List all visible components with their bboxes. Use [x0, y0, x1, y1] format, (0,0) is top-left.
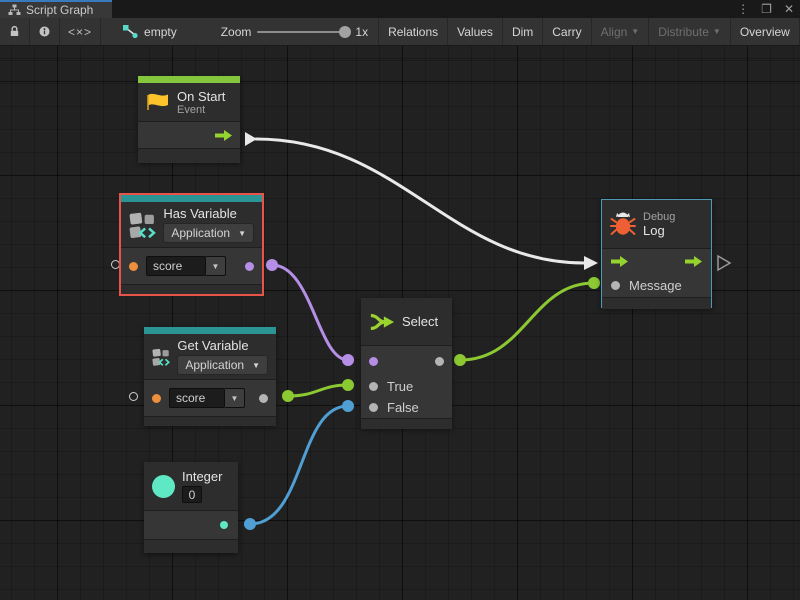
tab-script-graph[interactable]: Script Graph — [0, 0, 112, 18]
wire-endpoint — [342, 400, 354, 412]
variable-name-field[interactable]: score — [146, 256, 206, 276]
node-select[interactable]: Select True False — [361, 298, 452, 428]
lock-icon — [8, 24, 21, 39]
node-title: Integer — [182, 469, 222, 484]
port-label: False — [387, 400, 419, 415]
carry-button[interactable]: Carry — [542, 18, 590, 45]
node-title: Log — [643, 223, 675, 238]
message-input-port[interactable] — [611, 281, 620, 290]
node-debug-log[interactable]: Debug Log Message — [601, 199, 712, 308]
chevron-down-icon: ▼ — [631, 27, 639, 36]
wire-endpoint — [342, 379, 354, 391]
flow-output-marker — [718, 256, 730, 270]
graph-pointer-status: empty — [113, 18, 187, 45]
unity-visual-scripting-window: Script Graph ⋮ ❐ ✕ <×> — [0, 0, 800, 600]
port-label: True — [387, 379, 413, 394]
hierarchy-icon — [8, 4, 21, 16]
toolbar-buttons: Relations Values Dim Carry Align ▼ Distr… — [378, 18, 800, 45]
chevron-down-icon: ▼ — [238, 229, 246, 238]
wire-end-arrow — [584, 256, 598, 270]
tab-bar: Script Graph ⋮ ❐ ✕ — [0, 0, 800, 18]
graph-toolbar: <×> empty Zoom 1x Relations Values Dim — [0, 18, 800, 46]
wire-hasvariable-to-select[interactable] — [272, 265, 348, 360]
chevron-down-icon: ▼ — [212, 262, 220, 271]
window-menu-icon[interactable]: ⋮ — [737, 0, 749, 18]
value-output-port[interactable] — [259, 394, 268, 403]
true-input-port[interactable] — [369, 382, 378, 391]
align-dropdown[interactable]: Align ▼ — [591, 18, 649, 45]
node-title: On Start — [177, 89, 225, 104]
distribute-dropdown[interactable]: Distribute ▼ — [648, 18, 730, 45]
flow-output-port[interactable] — [215, 130, 232, 141]
integer-circle-icon — [152, 475, 175, 498]
node-get-variable[interactable]: Get Variable Application ▼ score — [144, 327, 276, 425]
wire-getvariable-to-select-true[interactable] — [288, 385, 348, 396]
variable-name-field[interactable]: score — [169, 388, 225, 408]
lock-button[interactable] — [0, 18, 30, 45]
condition-input-port[interactable] — [369, 357, 378, 366]
variables-icon — [152, 343, 170, 371]
overview-button[interactable]: Overview — [730, 18, 799, 45]
close-icon[interactable]: ✕ — [784, 0, 794, 18]
node-subtitle: Debug — [643, 211, 675, 223]
integer-output-port[interactable] — [220, 521, 228, 529]
zoom-slider[interactable] — [257, 31, 349, 33]
result-output-port[interactable] — [245, 262, 254, 271]
variable-name-input-port[interactable] — [129, 262, 138, 271]
node-title: Select — [402, 314, 438, 329]
variables-icon — [129, 211, 156, 239]
wire-endpoint — [342, 354, 354, 366]
values-button[interactable]: Values — [447, 18, 502, 45]
variable-kind-dropdown[interactable]: Application ▼ — [163, 223, 254, 243]
zoom-label: Zoom — [221, 25, 252, 39]
graph-canvas[interactable]: On Start Event — [0, 46, 800, 600]
node-title: Has Variable — [163, 206, 254, 221]
unconnected-port[interactable] — [129, 392, 138, 401]
port-label: Message — [629, 278, 682, 293]
flow-output-port[interactable] — [685, 256, 702, 267]
graph-pointer-icon — [123, 25, 138, 39]
wire-select-to-log-message[interactable] — [460, 283, 594, 360]
selection-output-port[interactable] — [435, 357, 444, 366]
variable-name-dropdown-button[interactable]: ▼ — [225, 388, 245, 408]
zoom-slider-knob[interactable] — [339, 26, 351, 38]
flow-input-port[interactable] — [611, 256, 628, 267]
angle-x-icon: <×> — [68, 25, 92, 39]
dim-button[interactable]: Dim — [502, 18, 542, 45]
chevron-down-icon: ▼ — [713, 27, 721, 36]
chevron-down-icon: ▼ — [231, 394, 239, 403]
branch-merge-icon — [369, 310, 395, 334]
maximize-icon[interactable]: ❐ — [761, 0, 772, 18]
info-icon — [38, 24, 51, 39]
node-subtitle: Event — [177, 104, 225, 116]
node-accent-strip — [144, 327, 276, 334]
zoom-control: Zoom 1x — [211, 18, 378, 45]
wire-endpoint — [266, 259, 278, 271]
variable-name-input-port[interactable] — [152, 394, 161, 403]
node-integer[interactable]: Integer 0 — [144, 462, 238, 553]
zoom-value: 1x — [355, 25, 368, 39]
node-accent-strip — [121, 195, 262, 202]
node-accent-strip — [138, 76, 240, 83]
info-button[interactable] — [30, 18, 60, 45]
code-preview-button[interactable]: <×> — [60, 18, 101, 45]
wire-endpoint — [244, 518, 256, 530]
false-input-port[interactable] — [369, 403, 378, 412]
bug-icon — [610, 211, 636, 237]
wire-endpoint — [282, 390, 294, 402]
node-on-start[interactable]: On Start Event — [138, 76, 240, 162]
wire-onstart-to-log[interactable] — [256, 139, 584, 263]
flag-icon — [146, 91, 170, 113]
variable-name-dropdown-button[interactable]: ▼ — [206, 256, 226, 276]
node-has-variable[interactable]: Has Variable Application ▼ score — [119, 193, 264, 296]
chevron-down-icon: ▼ — [252, 361, 260, 370]
node-title: Get Variable — [177, 338, 268, 353]
integer-value-field[interactable]: 0 — [182, 486, 202, 503]
wire-endpoint — [588, 277, 600, 289]
wire-endpoint — [454, 354, 466, 366]
pointer-target-label: empty — [144, 25, 177, 39]
relations-button[interactable]: Relations — [378, 18, 447, 45]
tab-label: Script Graph — [26, 3, 93, 17]
variable-kind-dropdown[interactable]: Application ▼ — [177, 355, 268, 375]
